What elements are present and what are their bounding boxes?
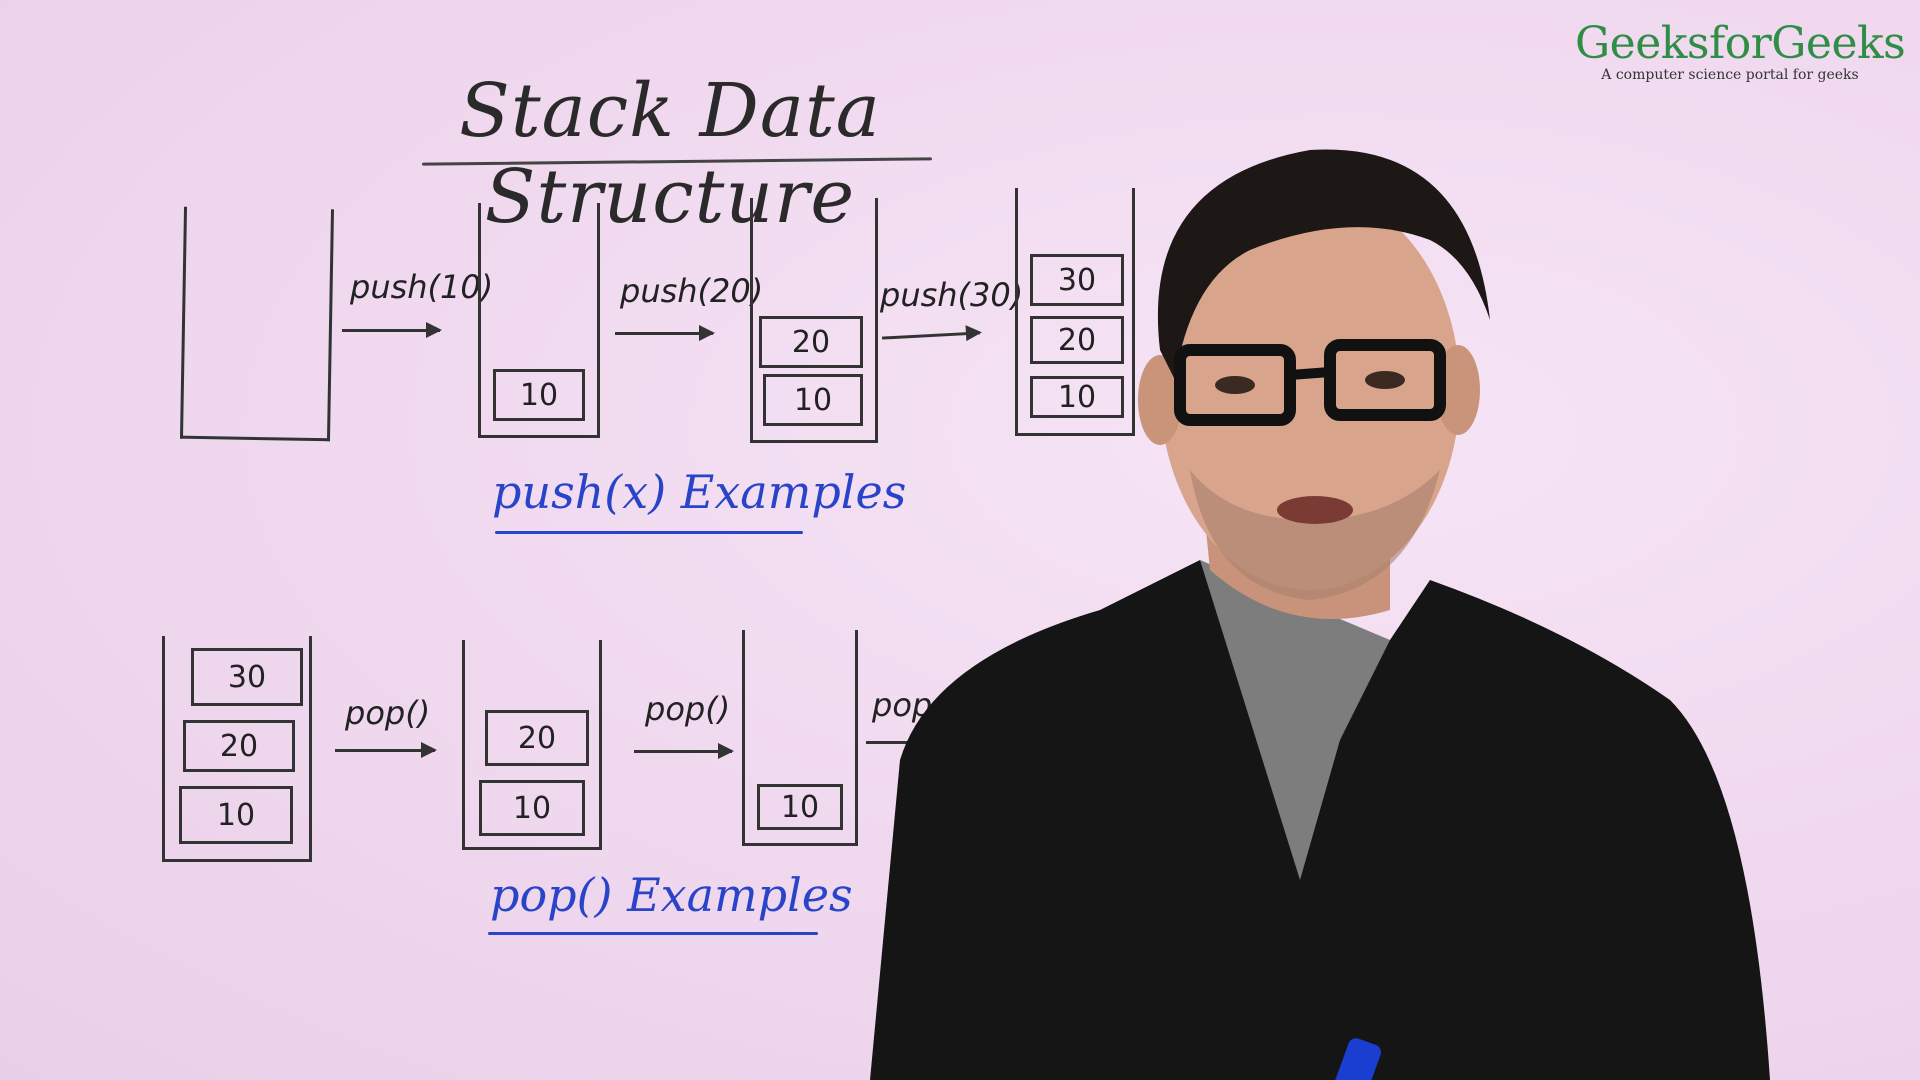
- pop-examples-label: pop() Examples: [490, 868, 853, 922]
- push-op-label-2: push(20): [620, 272, 764, 310]
- pop-arrow-1: [335, 742, 437, 758]
- push-op-label-1: push(10): [350, 268, 494, 306]
- pop-stack-full: 30 20 10: [162, 636, 312, 862]
- stack-cell: 30: [191, 648, 303, 706]
- mouth: [1277, 496, 1353, 524]
- stack-cell: 10: [757, 784, 843, 830]
- eye-left: [1215, 376, 1255, 394]
- presenter-image: [870, 149, 1770, 1080]
- push-stack-2: 20 10: [750, 198, 878, 443]
- push-stack-1: 10: [478, 203, 600, 438]
- stack-cell: 10: [763, 374, 863, 426]
- stack-cell: 10: [179, 786, 293, 844]
- stack-cell: 20: [183, 720, 295, 772]
- stack-cell: 10: [479, 780, 585, 836]
- geeksforgeeks-logo: GeeksforGeeks A computer science portal …: [1575, 18, 1906, 83]
- push-arrow-1: [342, 322, 442, 338]
- push-examples-underline: [495, 531, 803, 534]
- stack-cell: 20: [759, 316, 863, 368]
- glasses-bridge: [1289, 367, 1331, 380]
- pop-op-label-2: pop(): [645, 690, 731, 728]
- push-arrow-2: [615, 325, 715, 341]
- stack-cell: 20: [485, 710, 589, 766]
- logo-name: GeeksforGeeks: [1575, 18, 1906, 69]
- pop-arrow-2: [634, 743, 734, 759]
- pop-stack-1: 20 10: [462, 640, 602, 850]
- video-frame: GeeksforGeeks A computer science portal …: [0, 0, 1920, 1080]
- eye-right: [1365, 371, 1405, 389]
- stack-cell: 10: [493, 369, 585, 421]
- push-examples-label: push(x) Examples: [492, 465, 907, 519]
- push-stack-empty: [179, 206, 335, 442]
- pop-stack-2: 10: [742, 630, 858, 846]
- pop-op-label-1: pop(): [345, 694, 431, 732]
- logo-tagline: A computer science portal for geeks: [1601, 67, 1859, 83]
- pop-examples-underline: [488, 932, 818, 935]
